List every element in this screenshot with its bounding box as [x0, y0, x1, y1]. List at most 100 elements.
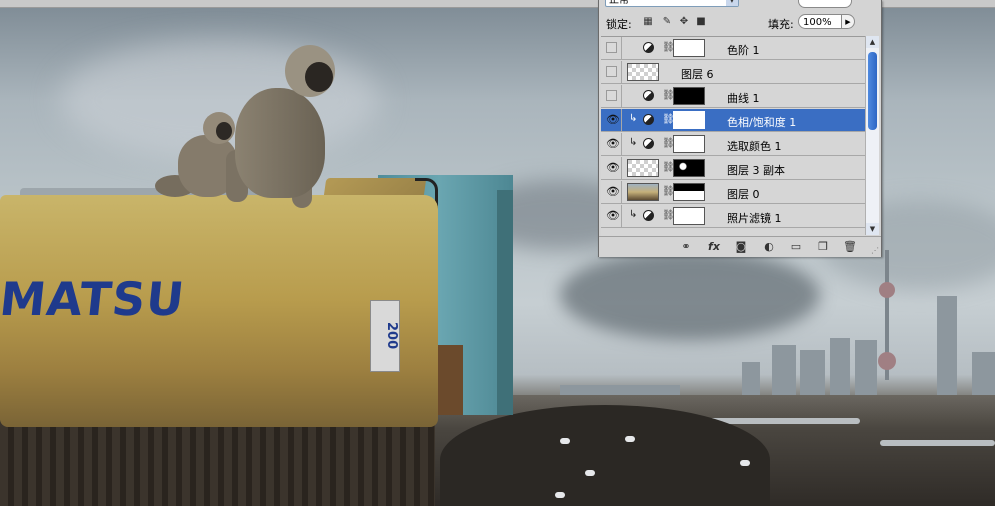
layer-thumbnail[interactable] — [627, 63, 659, 81]
debris — [740, 460, 750, 466]
monkey-face — [305, 62, 333, 92]
fx-icon[interactable]: fx — [707, 240, 721, 254]
trash-icon[interactable]: 🗑 — [843, 240, 857, 254]
puddle — [880, 440, 995, 446]
debris — [625, 436, 635, 442]
debris — [555, 492, 565, 498]
chevron-down-icon[interactable]: ▼ — [726, 0, 738, 6]
eye-hidden-icon[interactable] — [606, 42, 617, 53]
fill-label: 填充: — [768, 18, 794, 31]
adjustment-icon — [643, 90, 654, 101]
skyline-building — [972, 352, 995, 397]
resize-grip-icon[interactable]: ⋰ — [871, 246, 879, 255]
layer-thumbnail[interactable] — [627, 159, 659, 177]
scrollbar-thumb[interactable] — [868, 52, 877, 130]
excavator-brand-text: MATSU — [0, 272, 188, 326]
debris — [560, 438, 570, 444]
eye-hidden-icon[interactable] — [606, 66, 617, 77]
layer-name: 图层 0 — [727, 188, 760, 201]
lock-row: 锁定: ▦ ✎ ✥ ■ 填充: 100% ▶ — [599, 12, 881, 32]
clipping-arrow-icon: ↳ — [629, 137, 638, 148]
tv-tower-sphere — [878, 352, 896, 370]
debris — [585, 470, 595, 476]
skyline-building — [937, 296, 957, 396]
layers-scrollbar[interactable]: ▲ ▼ — [865, 36, 879, 235]
layer-thumbnail[interactable] — [627, 183, 659, 201]
layer-mask-thumbnail[interactable] — [673, 183, 705, 201]
eye-hidden-icon[interactable] — [606, 90, 617, 101]
chevron-right-icon[interactable]: ▶ — [841, 14, 855, 29]
eye-icon[interactable]: 👁 — [606, 209, 620, 222]
layer-row[interactable]: ⛓ 曲线 1 — [601, 85, 865, 108]
fill-input[interactable]: 100% — [798, 14, 842, 29]
lock-all-icon[interactable]: ■ — [695, 16, 707, 28]
layer-row[interactable]: 👁 ↳ ⛓ 选取颜色 1 — [601, 133, 865, 156]
adjustment-icon — [643, 42, 654, 53]
excavator-model-plate: 200 — [370, 300, 400, 372]
layer-row[interactable]: ⛓ 色阶 1 — [601, 37, 865, 60]
layer-name: 照片滤镜 1 — [727, 212, 782, 225]
layer-mask-thumbnail[interactable] — [673, 111, 705, 129]
layers-panel: 正常 ▼ 锁定: ▦ ✎ ✥ ■ 填充: 100% ▶ ⛓ 色阶 1 图层 6 ⛓ 曲线… — [598, 0, 882, 257]
link-layers-icon[interactable]: ⚭ — [679, 240, 693, 254]
layer-name: 色阶 1 — [727, 44, 760, 57]
layer-name: 色相/饱和度 1 — [727, 116, 797, 129]
skyline-building — [772, 345, 796, 397]
monkey-body — [235, 88, 325, 198]
visibility-toggle[interactable]: 👁 — [602, 181, 622, 203]
excavator-track — [0, 420, 435, 506]
layer-mask-thumbnail[interactable] — [673, 87, 705, 105]
adjustment-icon — [643, 210, 654, 221]
visibility-toggle[interactable]: 👁 — [602, 109, 622, 131]
layer-row[interactable]: 👁 ↳ ⛓ 照片滤镜 1 — [601, 205, 865, 228]
eye-icon[interactable]: 👁 — [606, 137, 620, 150]
skyline-building — [742, 362, 760, 397]
cloud — [560, 250, 820, 340]
layer-mask-thumbnail[interactable] — [673, 207, 705, 225]
add-mask-icon[interactable]: ◙ — [734, 240, 748, 254]
lock-move-icon[interactable]: ✥ — [678, 16, 690, 28]
layer-name: 图层 6 — [681, 68, 714, 81]
opacity-field[interactable] — [798, 0, 852, 8]
ruined-building-side — [497, 190, 513, 415]
scroll-down-icon[interactable]: ▼ — [866, 223, 879, 235]
new-group-icon[interactable]: ▭ — [789, 240, 803, 254]
visibility-toggle[interactable] — [602, 61, 622, 83]
lock-label: 锁定: — [606, 18, 632, 31]
visibility-toggle[interactable] — [602, 85, 622, 107]
skyline-building — [800, 350, 825, 397]
layer-mask-thumbnail[interactable] — [673, 159, 705, 177]
visibility-toggle[interactable]: 👁 — [602, 157, 622, 179]
layer-row[interactable]: 图层 6 — [601, 61, 865, 84]
layer-mask-thumbnail[interactable] — [673, 39, 705, 57]
layer-name: 曲线 1 — [727, 92, 760, 105]
new-layer-icon[interactable]: ❐ — [816, 240, 830, 254]
blend-mode-value: 正常 — [609, 0, 629, 6]
visibility-toggle[interactable] — [602, 37, 622, 59]
layer-row[interactable]: 👁 ⛓ 图层 0 — [601, 181, 865, 204]
layer-name: 图层 3 副本 — [727, 164, 785, 177]
layer-row[interactable]: 👁 ↳ ⛓ 色相/饱和度 1 — [601, 109, 865, 132]
adjustment-layer-icon[interactable]: ◐ — [762, 240, 776, 254]
blend-row: 正常 ▼ — [599, 0, 881, 10]
layer-row[interactable]: 👁 ⛓ 图层 3 副本 — [601, 157, 865, 180]
eye-icon[interactable]: 👁 — [606, 161, 620, 174]
scroll-up-icon[interactable]: ▲ — [866, 36, 879, 48]
baby-monkey-face — [216, 122, 232, 140]
visibility-toggle[interactable]: 👁 — [602, 205, 622, 227]
eye-icon[interactable]: 👁 — [606, 113, 620, 126]
lock-transparent-icon[interactable]: ▦ — [642, 16, 654, 28]
clipping-arrow-icon: ↳ — [629, 209, 638, 220]
dirt-pile — [440, 405, 770, 506]
layer-mask-thumbnail[interactable] — [673, 135, 705, 153]
clipping-arrow-icon: ↳ — [629, 113, 638, 124]
eye-icon[interactable]: 👁 — [606, 185, 620, 198]
lock-paint-icon[interactable]: ✎ — [661, 16, 673, 28]
adjustment-icon — [643, 114, 654, 125]
layers-list: ⛓ 色阶 1 图层 6 ⛓ 曲线 1 👁 ↳ ⛓ 色相/饱和度 1 👁 ↳ ⛓ 选取颜色 1 👁 ⛓ 图层 3… — [601, 36, 865, 236]
blend-mode-select[interactable]: 正常 ▼ — [605, 0, 739, 7]
adjustment-icon — [643, 138, 654, 149]
layer-name: 选取颜色 1 — [727, 140, 782, 153]
layers-bottom-bar: ⚭ fx ◙ ◐ ▭ ❐ 🗑 ⋰ — [599, 236, 881, 257]
visibility-toggle[interactable]: 👁 — [602, 133, 622, 155]
